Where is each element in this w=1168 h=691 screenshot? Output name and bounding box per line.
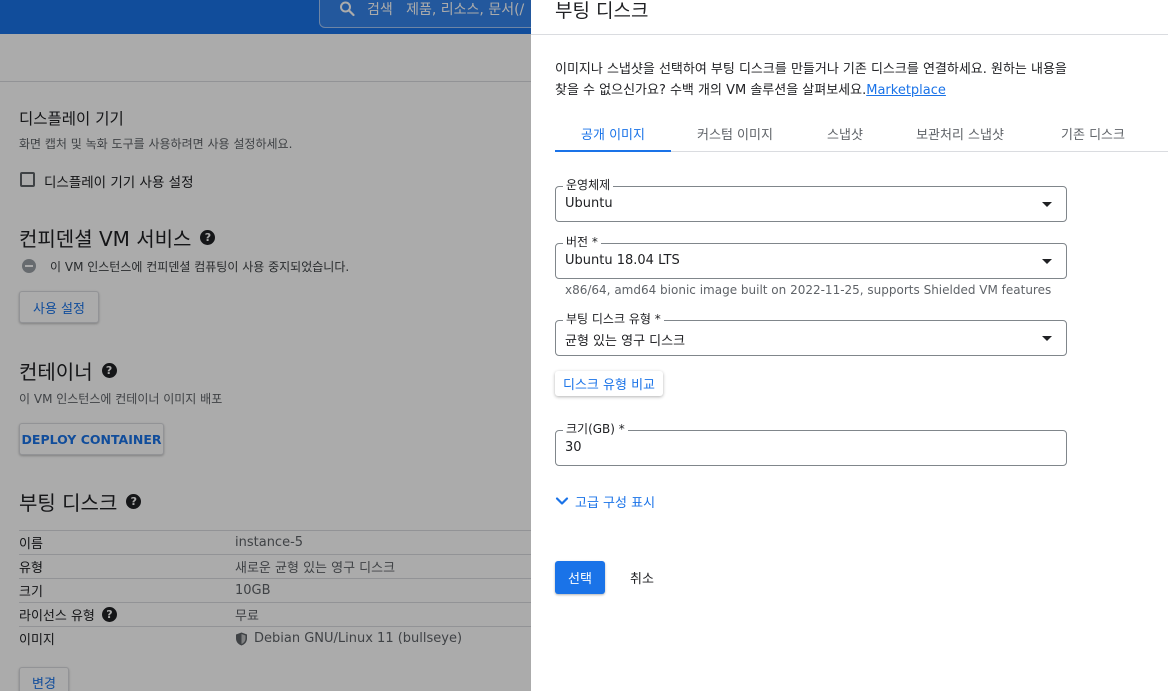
- panel-title: 부팅 디스크: [555, 0, 649, 22]
- divider: [531, 34, 1168, 35]
- panel-description-text: 이미지나 스냅샷을 선택하여 부팅 디스크를 만들거나 기존 디스크를 연결하세…: [555, 62, 1067, 98]
- chevron-down-icon: [555, 497, 569, 505]
- os-label: 운영체제: [563, 178, 614, 192]
- tab-existing-disks[interactable]: 기존 디스크: [1043, 116, 1143, 151]
- select-button[interactable]: 선택: [555, 561, 605, 594]
- compare-disk-types-button[interactable]: 디스크 유형 비교: [555, 371, 663, 396]
- image-source-tabs: 공개 이미지 커스텀 이미지 스냅샷 보관처리 스냅샷 기존 디스크: [555, 116, 1168, 152]
- os-select[interactable]: 운영체제 Ubuntu: [555, 178, 1067, 222]
- version-value: Ubuntu 18.04 LTS: [565, 253, 680, 268]
- tab-archive-snapshots[interactable]: 보관처리 스냅샷: [901, 116, 1019, 151]
- dropdown-arrow-icon: [1042, 259, 1052, 264]
- modal-scrim[interactable]: [0, 0, 531, 691]
- advanced-config-label: 고급 구성 표시: [575, 495, 656, 511]
- size-label: 크기(GB) *: [563, 422, 628, 436]
- marketplace-link[interactable]: Marketplace: [866, 83, 946, 98]
- dropdown-arrow-icon: [1042, 336, 1052, 341]
- dropdown-arrow-icon: [1042, 202, 1052, 207]
- version-hint: x86/64, amd64 bionic image built on 2022…: [565, 283, 1052, 297]
- version-select[interactable]: 버전 * Ubuntu 18.04 LTS: [555, 235, 1067, 279]
- panel-description: 이미지나 스냅샷을 선택하여 부팅 디스크를 만들거나 기존 디스크를 연결하세…: [555, 59, 1075, 101]
- boot-disk-panel: 부팅 디스크 이미지나 스냅샷을 선택하여 부팅 디스크를 만들거나 기존 디스…: [531, 0, 1168, 691]
- version-label: 버전 *: [563, 235, 601, 249]
- disk-type-value: 균형 있는 영구 디스크: [565, 334, 686, 349]
- disk-type-select[interactable]: 부팅 디스크 유형 * 균형 있는 영구 디스크: [555, 312, 1067, 356]
- tab-snapshots[interactable]: 스냅샷: [805, 116, 885, 151]
- cancel-button[interactable]: 취소: [621, 561, 663, 594]
- advanced-config-toggle[interactable]: 고급 구성 표시: [555, 491, 655, 511]
- size-input[interactable]: 30: [565, 440, 582, 455]
- size-field[interactable]: 크기(GB) * 30: [555, 422, 1067, 466]
- os-value: Ubuntu: [565, 196, 613, 211]
- disk-type-label: 부팅 디스크 유형 *: [563, 312, 664, 326]
- tab-public-images[interactable]: 공개 이미지: [555, 116, 671, 152]
- tab-custom-images[interactable]: 커스텀 이미지: [678, 116, 792, 151]
